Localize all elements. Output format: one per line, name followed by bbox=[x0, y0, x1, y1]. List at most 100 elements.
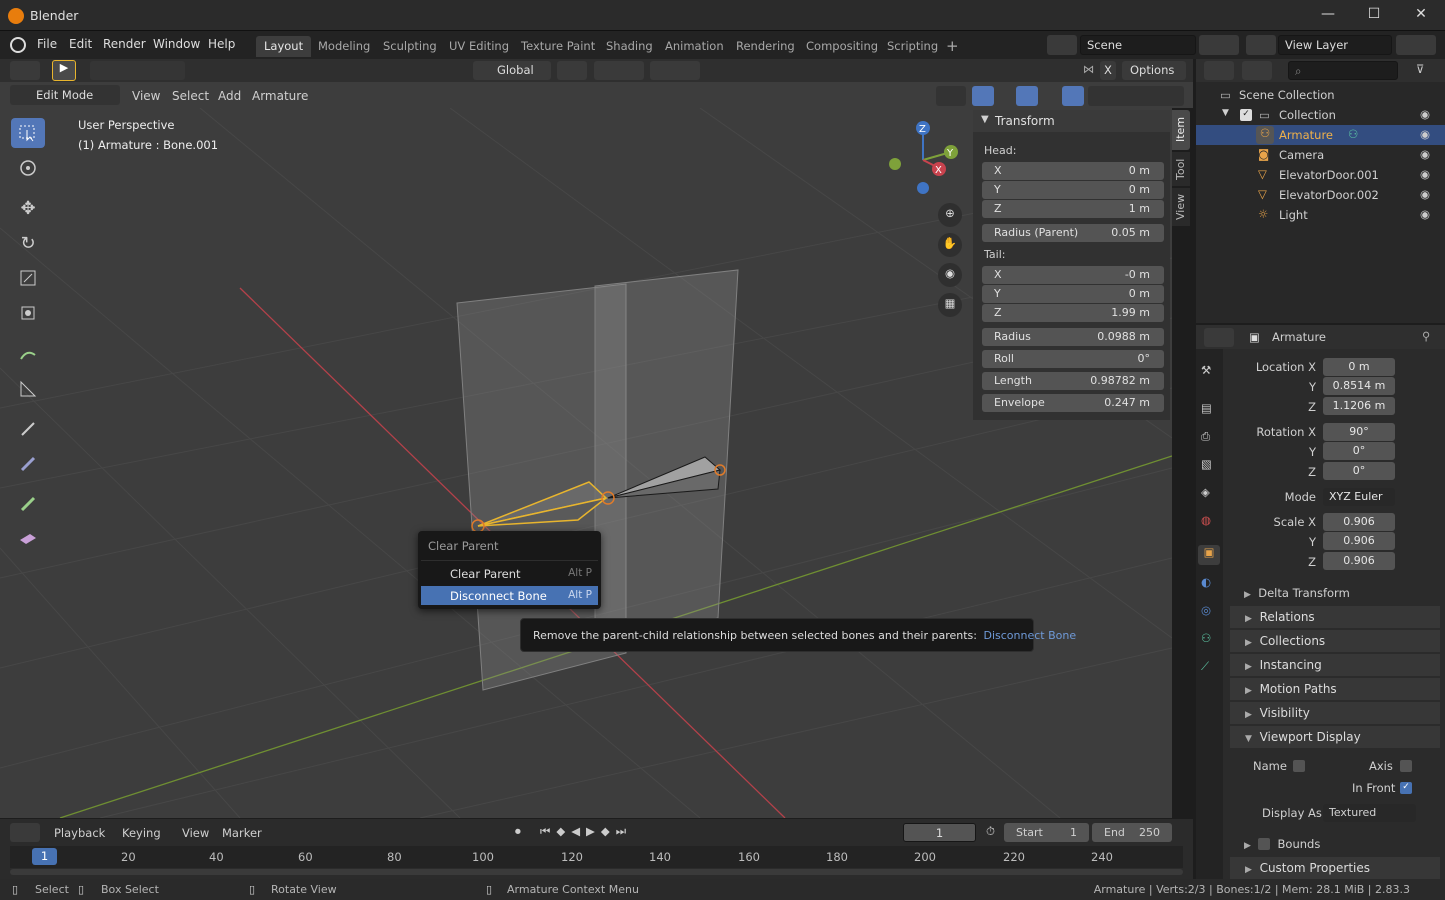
marker-menu[interactable]: Marker bbox=[222, 826, 262, 840]
tab-animation[interactable]: Animation bbox=[657, 36, 732, 57]
selection-mode-buttons[interactable] bbox=[90, 61, 185, 80]
head-y-field[interactable]: Y0 m bbox=[982, 181, 1164, 199]
menu-help[interactable]: Help bbox=[208, 37, 235, 51]
extrude-tool[interactable] bbox=[11, 489, 45, 519]
bounds-checkbox[interactable] bbox=[1258, 838, 1271, 850]
cursor-tool[interactable] bbox=[11, 153, 45, 183]
tab-tool[interactable]: Tool bbox=[1172, 152, 1190, 186]
camera-view-icon[interactable]: ◉ bbox=[938, 263, 962, 287]
tab-sculpting[interactable]: Sculpting bbox=[375, 36, 445, 57]
instancing-panel[interactable]: ▶ Instancing bbox=[1230, 654, 1440, 676]
end-frame-field[interactable]: End 250 bbox=[1092, 823, 1172, 842]
eye-icon[interactable]: ◉ bbox=[1420, 127, 1430, 141]
shading-mode-buttons[interactable] bbox=[1088, 86, 1184, 106]
outliner-item-armature[interactable]: ⚇ Armature ⚇ ◉ bbox=[1196, 125, 1445, 145]
perspective-grid-icon[interactable]: ▦ bbox=[938, 293, 962, 317]
timeline-editor-icon[interactable] bbox=[10, 823, 40, 842]
eye-icon[interactable]: ◉ bbox=[1420, 147, 1430, 161]
display-mode-icon[interactable] bbox=[1242, 61, 1272, 80]
scale-x-field[interactable]: 0.906 bbox=[1323, 513, 1395, 531]
playhead[interactable]: 1 bbox=[32, 848, 57, 865]
editor-type-icon[interactable] bbox=[10, 61, 40, 80]
start-frame-field[interactable]: Start 1 bbox=[1004, 823, 1089, 842]
eye-icon[interactable]: ◉ bbox=[1420, 107, 1430, 121]
outliner-item-elevatordoor-002[interactable]: ▽ ElevatorDoor.002 ◉ bbox=[1196, 185, 1445, 205]
roll-field[interactable]: Roll 0° bbox=[982, 350, 1164, 368]
location-x-field[interactable]: 0 m bbox=[1323, 358, 1395, 376]
menu-render[interactable]: Render bbox=[103, 37, 146, 51]
radius-parent-field[interactable]: Radius (Parent) 0.05 m bbox=[982, 224, 1164, 242]
tab-uv-editing[interactable]: UV Editing bbox=[441, 36, 517, 57]
clock-icon[interactable]: ⏱ bbox=[986, 824, 995, 839]
keying-menu[interactable]: Keying bbox=[122, 826, 161, 840]
pivot-icon[interactable] bbox=[557, 61, 587, 80]
move-tool[interactable]: ✥ bbox=[11, 193, 45, 223]
outliner-editor-icon[interactable] bbox=[1204, 61, 1234, 80]
close-button[interactable]: ✕ bbox=[1406, 6, 1436, 26]
outliner-item-elevatordoor-001[interactable]: ▽ ElevatorDoor.001 ◉ bbox=[1196, 165, 1445, 185]
tab-layout[interactable]: Layout bbox=[256, 36, 312, 57]
maximize-button[interactable]: ☐ bbox=[1359, 6, 1389, 26]
timeline-scrollbar[interactable] bbox=[10, 869, 1183, 875]
viewport-menu-armature[interactable]: Armature bbox=[252, 89, 308, 103]
outliner-search-input[interactable]: ⌕ bbox=[1288, 61, 1398, 80]
viewport-menu-add[interactable]: Add bbox=[218, 89, 241, 103]
scale-y-field[interactable]: 0.906 bbox=[1323, 532, 1395, 550]
mirror-x-toggle[interactable]: X bbox=[1100, 61, 1116, 80]
snap-icon[interactable] bbox=[594, 61, 644, 80]
outliner-item-light[interactable]: ☼ Light ◉ bbox=[1196, 205, 1445, 225]
scale-tool[interactable] bbox=[11, 263, 45, 293]
annotate-tool[interactable] bbox=[11, 339, 45, 369]
pan-hand-icon[interactable]: ✋ bbox=[938, 233, 962, 257]
location-y-field[interactable]: 0.8514 m bbox=[1323, 377, 1395, 395]
roll-tool[interactable] bbox=[11, 414, 45, 444]
orientation-dropdown[interactable]: Global bbox=[473, 61, 551, 80]
menu-edit[interactable]: Edit bbox=[69, 37, 92, 51]
xray-toggle-icon[interactable] bbox=[1062, 86, 1084, 106]
current-frame-field[interactable]: 1 bbox=[903, 823, 976, 842]
scene-copy-icon[interactable] bbox=[1199, 35, 1239, 55]
location-z-field[interactable]: 1.1206 m bbox=[1323, 397, 1395, 415]
physics-tab-icon[interactable]: ◎ bbox=[1201, 603, 1211, 617]
radius-field[interactable]: Radius 0.0988 m bbox=[982, 328, 1164, 346]
timeline-view-menu[interactable]: View bbox=[182, 826, 209, 840]
rotation-mode-dropdown[interactable]: XYZ Euler bbox=[1323, 488, 1395, 506]
clear-parent-item[interactable]: Clear Parent Alt P bbox=[421, 564, 598, 583]
eye-icon[interactable]: ◉ bbox=[1420, 167, 1430, 181]
tail-y-field[interactable]: Y0 m bbox=[982, 285, 1164, 303]
view-layer-field[interactable]: View Layer bbox=[1278, 35, 1392, 55]
modifier-tab-icon[interactable]: ◐ bbox=[1201, 575, 1211, 589]
render-tab-icon[interactable]: ▤ bbox=[1201, 401, 1212, 415]
playback-controls-icon[interactable]: ⏮◆◀▶◆⏭ bbox=[540, 824, 632, 839]
rotate-tool[interactable]: ↻ bbox=[11, 228, 45, 258]
length-field[interactable]: Length 0.98782 m bbox=[982, 372, 1164, 390]
proportional-edit-icon[interactable] bbox=[650, 61, 700, 80]
view-layer-copy-icon[interactable] bbox=[1396, 35, 1436, 55]
tab-view[interactable]: View bbox=[1172, 188, 1190, 226]
tab-texture-paint[interactable]: Texture Paint bbox=[513, 36, 603, 57]
navigation-gizmo[interactable]: Z Y X bbox=[885, 118, 965, 208]
visibility-panel[interactable]: ▶ Visibility bbox=[1230, 702, 1440, 724]
transform-tool[interactable] bbox=[11, 298, 45, 328]
motion-paths-panel[interactable]: ▶ Motion Paths bbox=[1230, 678, 1440, 700]
select-tool-icon[interactable]: ▶ bbox=[52, 60, 76, 81]
blender-menu-icon[interactable] bbox=[10, 37, 26, 53]
world-tab-icon[interactable]: ◍ bbox=[1201, 513, 1211, 527]
display-name-checkbox[interactable] bbox=[1293, 760, 1305, 772]
bone-size-tool[interactable] bbox=[11, 449, 45, 479]
filter-icon[interactable]: ⊽ bbox=[1416, 62, 1424, 76]
eye-icon[interactable]: ◉ bbox=[1420, 187, 1430, 201]
envelope-field[interactable]: Envelope 0.247 m bbox=[982, 394, 1164, 412]
tab-item[interactable]: Item bbox=[1172, 110, 1190, 150]
add-workspace-button[interactable]: + bbox=[946, 37, 959, 55]
select-box-tool[interactable] bbox=[11, 118, 45, 148]
display-as-dropdown[interactable]: Textured bbox=[1323, 804, 1416, 822]
outliner-collection[interactable]: ▼ ✓ ▭ Collection ◉ bbox=[1196, 105, 1445, 125]
object-tab-icon[interactable]: ▣ bbox=[1198, 545, 1220, 565]
tab-shading[interactable]: Shading bbox=[598, 36, 661, 57]
object-data-tab-icon[interactable]: ⚇ bbox=[1201, 631, 1211, 645]
scene-name-field[interactable]: Scene bbox=[1080, 35, 1196, 55]
output-tab-icon[interactable]: ⎙ bbox=[1201, 429, 1210, 444]
mode-dropdown[interactable]: Edit Mode bbox=[10, 85, 120, 105]
viewport-display-panel[interactable]: ▼ Viewport Display bbox=[1230, 726, 1440, 748]
